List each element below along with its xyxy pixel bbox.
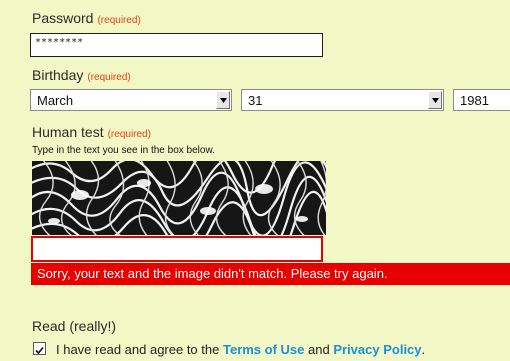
human-test-label: Human test (required) bbox=[32, 124, 151, 140]
captcha-image bbox=[32, 161, 326, 235]
agree-prefix: I have read and agree to the bbox=[56, 342, 220, 357]
birthday-required-note: (required) bbox=[87, 72, 131, 83]
password-value: ******** bbox=[35, 37, 84, 48]
password-label-text: Password bbox=[32, 10, 94, 26]
terms-of-use-link[interactable]: Terms of Use bbox=[223, 342, 304, 357]
captcha-input[interactable] bbox=[31, 236, 323, 262]
birthday-month-select[interactable]: March bbox=[30, 89, 232, 111]
birthday-day-value: 31 bbox=[248, 93, 263, 108]
chevron-down-icon[interactable] bbox=[216, 91, 230, 109]
human-test-hint: Type in the text you see in the box belo… bbox=[32, 145, 215, 156]
agree-suffix: . bbox=[421, 342, 426, 357]
checkmark-icon bbox=[35, 346, 44, 355]
read-label: Read (really!) bbox=[32, 318, 117, 334]
human-test-required-note: (required) bbox=[107, 129, 151, 140]
human-test-label-text: Human test bbox=[32, 124, 104, 140]
chevron-down-icon[interactable] bbox=[428, 91, 442, 109]
birthday-year-select[interactable]: 1981 bbox=[453, 89, 510, 111]
password-field[interactable]: ******** bbox=[30, 33, 323, 57]
privacy-policy-link[interactable]: Privacy Policy bbox=[333, 342, 421, 357]
agree-and: and bbox=[308, 342, 330, 357]
birthday-year-value: 1981 bbox=[460, 93, 489, 108]
agree-checkbox[interactable] bbox=[33, 342, 46, 355]
birthday-label: Birthday (required) bbox=[32, 67, 131, 83]
captcha-error-message: Sorry, your text and the image didn't ma… bbox=[31, 263, 510, 285]
password-required-note: (required) bbox=[97, 15, 141, 26]
birthday-day-select[interactable]: 31 bbox=[241, 89, 444, 111]
agree-text: I have read and agree to the Terms of Us… bbox=[56, 342, 425, 357]
birthday-label-text: Birthday bbox=[32, 67, 84, 83]
password-label: Password (required) bbox=[32, 10, 141, 26]
birthday-month-value: March bbox=[37, 93, 74, 108]
